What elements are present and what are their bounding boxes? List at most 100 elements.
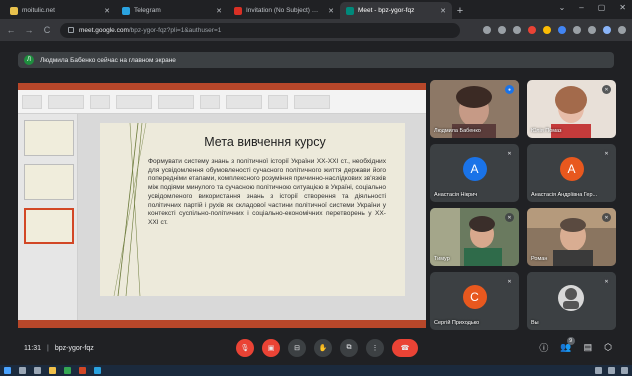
participant-name: Вы	[531, 320, 539, 326]
participant-name: Тимур	[434, 256, 450, 262]
ribbon-control	[268, 94, 288, 109]
avatar: Л	[24, 55, 34, 65]
slide: Мета вивчення курсу Формувати систему зн…	[100, 123, 405, 296]
participant-tile[interactable]: ✕ Тимур	[430, 208, 519, 266]
tab-title: Telegram	[134, 7, 161, 14]
separator: |	[47, 344, 49, 352]
mic-off-icon: ✕	[602, 85, 611, 94]
tab-favicon-icon	[122, 6, 130, 15]
star-icon[interactable]	[513, 26, 521, 34]
raise-hand-button[interactable]: ✋	[314, 339, 332, 357]
url-text: meet.google.com/bpz-ygor-fqz?pli=1&authu…	[79, 26, 222, 34]
tab-favicon-icon	[346, 6, 354, 15]
folder-icon[interactable]	[49, 367, 56, 374]
extension-grid-icon[interactable]	[573, 26, 581, 34]
browser-tab[interactable]: moitulic.net ✕	[4, 2, 116, 19]
mic-off-icon: ✕	[505, 213, 514, 222]
tab-close-icon[interactable]: ✕	[328, 7, 334, 15]
participant-name: Юлія Помаз	[531, 128, 562, 134]
search-icon[interactable]	[19, 367, 26, 374]
address-bar: ← → C meet.google.com/bpz-ygor-fqz?pli=1…	[0, 19, 632, 41]
notifications-icon[interactable]	[621, 367, 628, 374]
start-icon[interactable]	[4, 367, 11, 374]
tab-favicon-icon	[234, 6, 242, 15]
meeting-code: bpz-ygor-fqz	[54, 344, 94, 352]
forward-icon[interactable]: →	[24, 25, 34, 35]
meet-area: Л Людмила Бабенко сейчас на главном экра…	[0, 41, 632, 365]
ribbon-control	[116, 94, 152, 109]
participant-tile[interactable]: ✕ Юлія Помаз	[527, 80, 616, 138]
extension-color-icon[interactable]	[543, 26, 551, 34]
participant-tile[interactable]: ✕ Роман	[527, 208, 616, 266]
ppt-ribbon	[18, 90, 426, 114]
close-icon[interactable]: ✕	[619, 3, 626, 12]
chat-icon[interactable]: ▤	[584, 342, 593, 353]
call-controls: 🎙 ▣ ⊟ ✋ ⧉ ⋮ ☎	[236, 339, 418, 357]
url-input[interactable]: meet.google.com/bpz-ygor-fqz?pli=1&authu…	[60, 22, 460, 38]
chevron-down-icon[interactable]: ⌄	[559, 3, 566, 12]
extension-blue-icon[interactable]	[558, 26, 566, 34]
ppt-title-bar	[18, 83, 426, 90]
telegram-icon[interactable]	[94, 367, 101, 374]
reload-icon[interactable]: C	[42, 25, 52, 35]
tab-close-icon[interactable]: ✕	[440, 7, 446, 15]
tab-title: Meet - bpz-ygor-fqz	[358, 7, 415, 14]
volume-icon[interactable]	[608, 367, 615, 374]
presenting-banner: Л Людмила Бабенко сейчас на главном экра…	[18, 52, 614, 68]
extension-red-icon[interactable]	[528, 26, 536, 34]
browser-tab-active[interactable]: Meet - bpz-ygor-fqz ✕	[340, 2, 452, 19]
participant-tile-self[interactable]: ✕ Вы	[527, 272, 616, 330]
participant-tile[interactable]: A ✕ Анастасія Андріївна Гер...	[527, 144, 616, 202]
slide-title: Мета вивчення курсу	[204, 135, 326, 149]
participant-tile[interactable]: ● Людмила Бабенко	[430, 80, 519, 138]
new-tab-icon[interactable]: +	[452, 2, 468, 19]
maximize-icon[interactable]: ▢	[598, 3, 606, 12]
chrome-icon[interactable]	[64, 367, 71, 374]
mic-toggle-button[interactable]: 🎙	[236, 339, 254, 357]
mic-off-icon: ✕	[505, 149, 514, 158]
participant-tile[interactable]: С ✕ Сергій Приходько	[430, 272, 519, 330]
share-icon[interactable]	[498, 26, 506, 34]
network-icon[interactable]	[595, 367, 602, 374]
participant-name: Людмила Бабенко	[434, 128, 481, 134]
tab-favicon-icon	[10, 6, 18, 15]
slide-thumbnails	[18, 114, 78, 320]
camera-toggle-button[interactable]: ▣	[262, 339, 280, 357]
task-view-icon[interactable]	[34, 367, 41, 374]
people-button[interactable]: 👥 9	[560, 337, 575, 353]
powerpoint-icon[interactable]	[79, 367, 86, 374]
minimize-icon[interactable]: –	[579, 3, 583, 12]
slide-body: Формувати систему знань з політичної іст…	[148, 158, 386, 226]
camera-icon[interactable]	[483, 26, 491, 34]
participant-tile[interactable]: A ✕ Анастасія Нікрич	[430, 144, 519, 202]
avatar: A	[462, 157, 487, 181]
puzzle-icon[interactable]	[588, 26, 596, 34]
profile-avatar[interactable]	[603, 26, 611, 34]
mic-off-icon: ✕	[602, 277, 611, 286]
side-controls: ⓘ 👥 9 ▤ ⬡	[539, 337, 612, 354]
browser-tab-strip: moitulic.net ✕ Telegram ✕ Invitation (No…	[0, 0, 632, 19]
menu-icon[interactable]	[618, 26, 626, 34]
ribbon-control	[48, 94, 84, 109]
browser-tab[interactable]: Invitation (No Subject) @ Tue Fe ✕	[228, 2, 340, 19]
mic-off-icon: ✕	[602, 213, 611, 222]
avatar: С	[462, 285, 487, 309]
activities-icon[interactable]: ⬡	[604, 342, 612, 353]
ribbon-control	[226, 94, 262, 109]
more-options-button[interactable]: ⋮	[366, 339, 384, 357]
mic-off-icon: ✕	[505, 277, 514, 286]
tab-close-icon[interactable]: ✕	[216, 7, 222, 15]
captions-button[interactable]: ⊟	[288, 339, 306, 357]
people-count-badge: 9	[566, 337, 575, 345]
browser-tab[interactable]: Telegram ✕	[116, 2, 228, 19]
ribbon-control	[200, 94, 220, 109]
participant-name: Сергій Приходько	[434, 320, 480, 326]
avatar: A	[559, 157, 584, 181]
meet-toolbar: 11:31 | bpz-ygor-fqz 🎙 ▣ ⊟ ✋ ⧉ ⋮ ☎ ⓘ 👥 9 …	[0, 331, 632, 365]
present-button[interactable]: ⧉	[340, 339, 358, 357]
tab-close-icon[interactable]: ✕	[104, 7, 110, 15]
info-icon[interactable]: ⓘ	[539, 341, 548, 354]
tab-title: Invitation (No Subject) @ Tue Fe	[246, 7, 324, 14]
back-icon[interactable]: ←	[6, 25, 16, 35]
end-call-button[interactable]: ☎	[392, 339, 418, 357]
